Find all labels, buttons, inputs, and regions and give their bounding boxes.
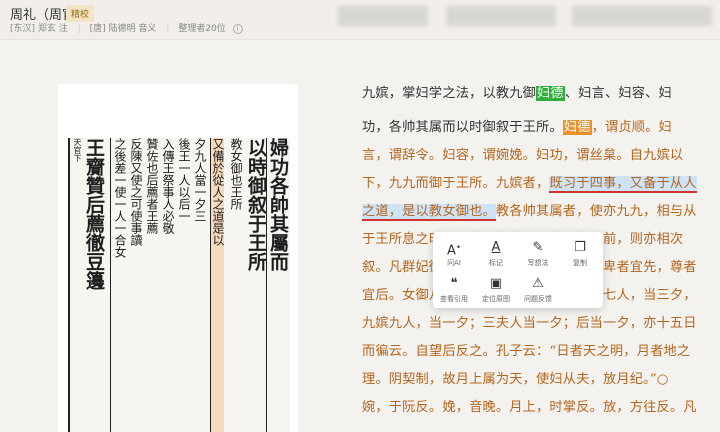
note-label: 写想法: [527, 259, 549, 267]
note-button[interactable]: ✎ 写想法: [517, 240, 559, 268]
text-span: 九嫔，掌妇学之法，以教九御: [362, 86, 537, 101]
text-line[interactable]: 婉，于阮反。娩，音晚。月上，时掌反。放，方往反。凡: [362, 398, 697, 418]
author-annotator[interactable]: [东汉] 郑玄 注: [10, 24, 68, 34]
scan-side-label: 天官下: [73, 138, 82, 162]
pen-icon: ✎: [532, 240, 544, 255]
commentary-span: ，谓贞顺。妇: [591, 120, 672, 135]
scan-column: 夕九人當一夕三: [193, 138, 207, 222]
blurred-region: [338, 6, 428, 26]
locate-original-label: 定位原图: [482, 295, 510, 303]
feedback-button[interactable]: ⚠ 问题反馈: [517, 276, 559, 304]
scan-page-image: 天官下 王齎贊后薦徹豆籩 之後差一使一人一合女 反陳又使之可使事讀 贊佐也后薦者王薦 入傳…: [68, 138, 290, 432]
commentary-span: 下，九九而御于王所。九嫔者，: [362, 176, 550, 191]
highlight-green[interactable]: 妇德: [536, 86, 565, 101]
copy-icon: ❐: [574, 240, 586, 255]
underline-a-icon: A: [491, 240, 501, 255]
copy-label: 复制: [573, 259, 587, 267]
scan-column-rule: [110, 138, 111, 432]
commentary-span: 教各帅其属者，使亦九九，相与从: [495, 204, 697, 219]
selected-text[interactable]: 之道，是以教女御也。: [362, 204, 496, 221]
mark-label: 标记: [489, 259, 503, 267]
ask-ai-label: 问AI: [447, 259, 461, 267]
text-line[interactable]: 理。阴契制，故月上属为天，使妇从夫，放月纪。”○: [362, 370, 669, 390]
text-line[interactable]: 之道，是以教女御也。教各帅其属者，使亦九九，相与从: [362, 202, 697, 222]
info-icon[interactable]: i: [232, 23, 243, 34]
blurred-region: [572, 6, 712, 26]
scan-column: 入傳王祭事人必敬: [161, 138, 175, 234]
image-icon: ▣: [489, 276, 503, 291]
text-line[interactable]: 九嫔九人，当一夕；三夫人当一夕；后当一夕，亦十五日: [362, 314, 697, 334]
locate-original-button[interactable]: ▣ 定位原图: [475, 276, 517, 304]
scan-column: 贊佐也后薦者王薦: [145, 138, 159, 234]
text-line[interactable]: 九嫔，掌妇学之法，以教九御妇德、妇言、妇容、妇: [362, 84, 672, 104]
text-span: 功，各帅其属而以时御叙于王所。: [362, 120, 563, 135]
scan-column: 反陳又使之可使事讀: [129, 138, 143, 246]
feedback-label: 问题反馈: [524, 295, 552, 303]
copy-button[interactable]: ❐ 复制: [559, 240, 601, 268]
scan-column: 又備於從人之道是以: [211, 138, 225, 246]
scan-column-rule: [210, 138, 211, 432]
ask-ai-button[interactable]: A✦ 问AI: [433, 240, 475, 268]
scan-column: 婦功各帥其屬而: [267, 138, 289, 271]
text-line[interactable]: 而徧云。自望后反之。孔子云：“日者天之明，月者地之: [362, 342, 690, 362]
scan-column: 後王一人以后一: [177, 138, 191, 222]
selected-text[interactable]: 既习于四事，又备于从人: [549, 176, 697, 193]
scan-column-rule: [266, 138, 267, 432]
original-scan-panel[interactable]: 天官下 王齎贊后薦徹豆籩 之後差一使一人一合女 反陳又使之可使事讀 贊佐也后薦者王薦 入傳…: [58, 84, 298, 432]
view-citation-label: 查看引用: [440, 295, 468, 303]
scan-column: 之後差一使一人一合女: [113, 138, 127, 258]
scan-column: 以時御叙于王所: [245, 138, 267, 271]
blurred-region: [446, 6, 556, 26]
author-phonetics[interactable]: [唐] 陆德明 音义: [90, 24, 157, 34]
editors-count[interactable]: 整理者20位: [178, 24, 225, 34]
selection-popup: A✦ 问AI A 标记 ✎ 写想法 ❐ 复制 ❝ 查看引用 ▣ 定位原图 ⚠ 问…: [433, 232, 603, 308]
scan-column: 王齎贊后薦徹豆籩: [83, 138, 105, 290]
text-line[interactable]: 下，九九而御于王所。九嫔者，既习于四事，又备于从人: [362, 174, 697, 194]
edge-fade: [706, 380, 720, 432]
header-bar: 周礼（周官） 精校 [东汉] 郑玄 注 | [唐] 陆德明 音义 | 整理者20位 …: [0, 0, 720, 40]
ai-icon: A✦: [447, 243, 461, 259]
mark-button[interactable]: A 标记: [475, 240, 517, 268]
view-citation-button[interactable]: ❝ 查看引用: [433, 276, 475, 304]
text-line[interactable]: 言，谓辞令。妇容，谓婉娩。妇功，谓丝枲。自九嫔以: [362, 146, 683, 166]
quote-icon: ❝: [450, 276, 458, 291]
text-line[interactable]: 功，各帅其属而以时御叙于王所。妇德，谓贞顺。妇: [362, 118, 672, 138]
book-meta: [东汉] 郑玄 注 | [唐] 陆德明 音义 | 整理者20位 i: [10, 21, 247, 34]
text-span: 、妇言、妇容、妇: [564, 86, 672, 101]
scan-column: 教女御也王所: [229, 138, 243, 210]
collation-badge[interactable]: 精校: [66, 5, 95, 22]
alert-icon: ⚠: [532, 276, 544, 291]
highlight-orange[interactable]: 妇德: [562, 120, 592, 135]
